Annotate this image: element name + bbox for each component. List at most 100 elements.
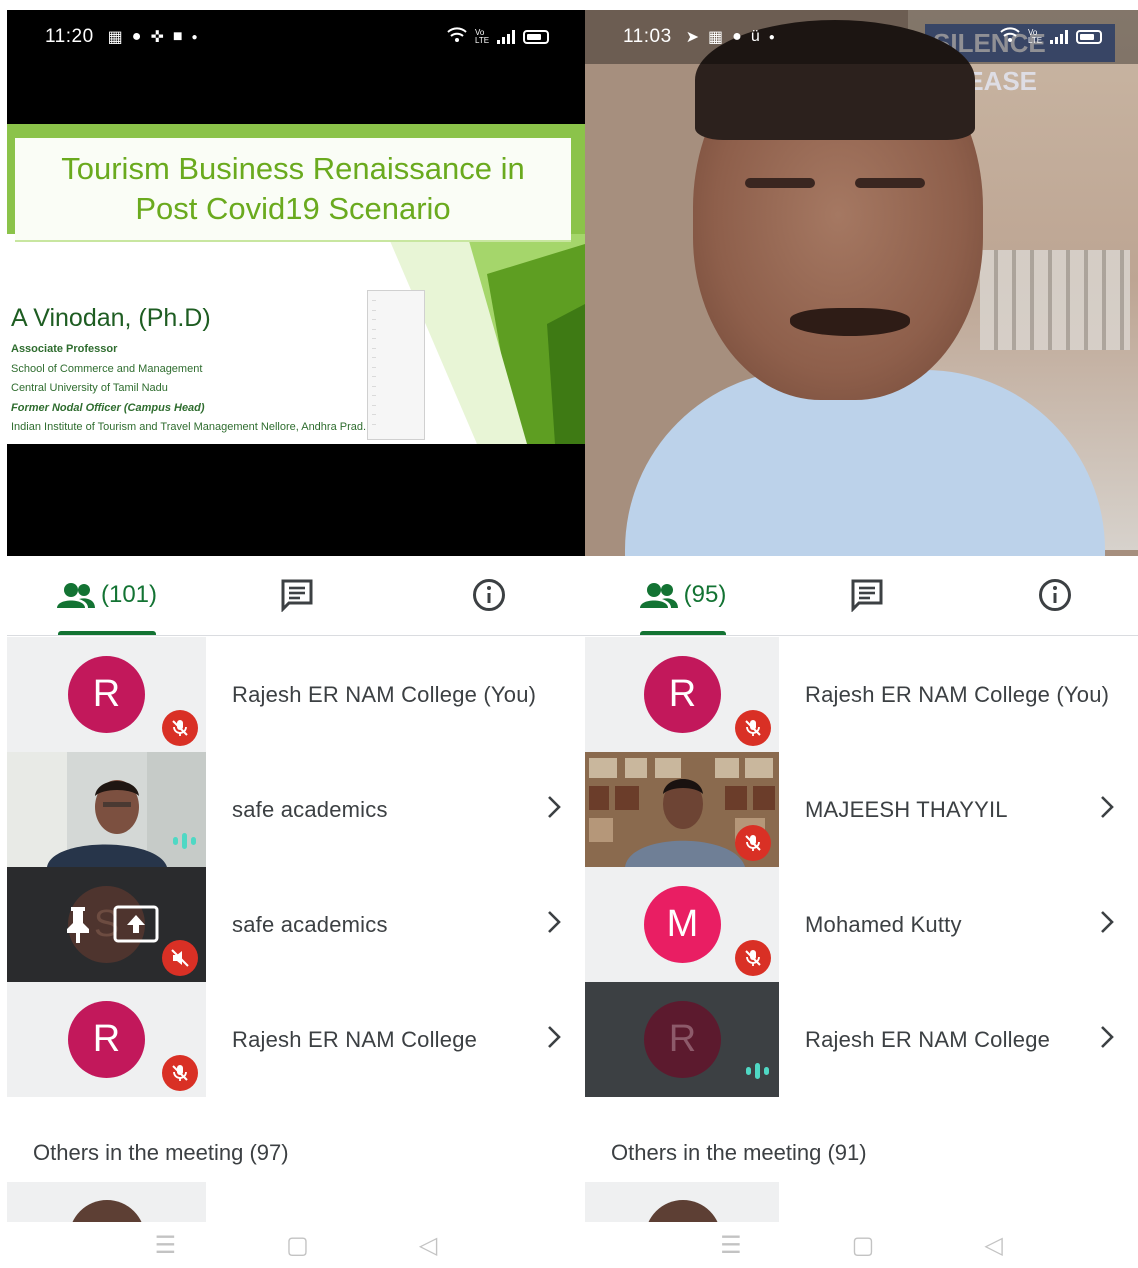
chevron-right-icon [548,1026,561,1048]
chevron-right-icon [548,911,561,933]
status-time: 11:03 [623,26,672,47]
left-meet-screen: 11:20 ▦ ● ✜ ■ ● Vo LTE Tourism Business … [7,10,585,1268]
participant-thumbnail: R [7,637,206,752]
telegram-icon: ➤ [685,29,700,46]
right-meet-screen: SILENCE PLEASE 11:03 ➤ ▦ ● ü ● Vo LTE (9… [585,10,1138,1268]
volte-icon: Vo LTE [1028,28,1043,45]
speaker-video-feed: SILENCE PLEASE [585,10,1138,556]
avatar: M [644,886,721,963]
slide-line: Associate Professor [11,343,118,355]
slide-title-line1: Tourism Business Renaissance in [61,151,525,186]
menu-icon[interactable]: ☰ [155,1231,177,1260]
dot-icon: ● [191,31,198,43]
others-in-meeting-header: Others in the meeting (97) [33,1140,289,1165]
avatar: R [68,1001,145,1078]
people-count: (101) [100,581,158,608]
slide-title-box: Tourism Business Renaissance in Post Cov… [15,138,571,242]
participant-row[interactable]: S safe academics [7,867,585,982]
speaking-indicator-icon [173,833,196,849]
signal-icon [497,30,515,44]
participant-name: MAJEESH THAYYIL [805,796,1008,822]
slide-context-menu: — — — — — — — — — — — — — — [367,290,425,440]
active-tab-indicator [58,631,156,635]
participant-row[interactable]: M Mohamed Kutty [585,867,1138,982]
home-icon[interactable]: ▢ [286,1231,309,1260]
speaker-video: SILENCE PLEASE 11:03 ➤ ▦ ● ü ● Vo LTE [585,10,1138,556]
participant-row[interactable]: R Rajesh ER NAM College [7,982,585,1097]
chevron-right-icon [1101,796,1114,818]
avatar: R [644,1001,721,1078]
chevron-right-icon [1101,1026,1114,1048]
slide-title-line2: Post Covid19 Scenario [135,191,451,226]
meeting-tabs: (95) [585,556,1138,636]
wifi-icon [1000,27,1020,47]
info-icon [1039,579,1071,611]
back-icon[interactable]: ◁ [984,1231,1002,1260]
tab-chat[interactable] [257,556,337,634]
participant-name: safe academics [232,911,388,937]
presentation-area: 11:20 ▦ ● ✜ ■ ● Vo LTE Tourism Business … [7,10,585,556]
participant-list: R Rajesh ER NAM College (You) [585,637,1138,1097]
participant-video [7,752,206,867]
slide-details: Associate Professor School of Commerce a… [11,340,372,438]
mic-off-icon [162,1055,198,1091]
participant-name: Rajesh ER NAM College (You) [805,681,1110,707]
calendar-icon: ▦ [107,29,123,46]
participant-thumbnail: R [585,637,779,752]
volte-icon: Vo LTE [475,28,490,45]
mic-off-icon [162,710,198,746]
active-tab-indicator [640,631,726,635]
back-icon[interactable]: ◁ [419,1231,437,1260]
home-icon[interactable]: ▢ [852,1231,875,1260]
participant-name: Rajesh ER NAM College [805,1026,1051,1052]
slide-line: Central University of Tamil Nadu [11,382,168,395]
slide-line: School of Commerce and Management [11,362,203,375]
participant-name: Mohamed Kutty [805,911,962,937]
meeting-tabs: (101) [7,556,585,636]
hike-icon: ■ [172,28,183,45]
calendar-icon: ▦ [708,29,724,46]
mic-off-icon [735,825,771,861]
info-icon [473,579,505,611]
avatar: R [68,656,145,733]
tab-people[interactable]: (95) [633,556,733,635]
status-bar: 11:20 ▦ ● ✜ ■ ● Vo LTE [7,10,585,64]
chat-icon [851,579,883,612]
participant-name: safe academics [232,796,388,822]
participant-row[interactable]: R Rajesh ER NAM College (You) [7,637,585,752]
participant-name: Rajesh ER NAM College (You) [232,681,537,707]
tab-info[interactable] [449,556,529,634]
wifi-icon [447,27,467,47]
chat-icon [281,579,313,612]
participant-thumbnail: R [585,982,779,1097]
battery-icon [523,30,549,44]
status-time: 11:20 [45,26,94,47]
avatar [69,1200,145,1222]
tab-people[interactable]: (101) [47,556,167,635]
participant-name: Rajesh ER NAM College [232,1026,478,1052]
slide-line: Former Nodal Officer (Campus Head) [11,401,205,414]
battery-icon [1076,30,1102,44]
pin-icon [67,907,89,943]
jio-icon: ● [732,28,742,45]
avatar: R [644,656,721,733]
people-count: (95) [683,581,727,608]
present-screen-icon [113,905,159,943]
mic-off-icon [162,940,198,976]
participant-row[interactable]: MAJEESH THAYYIL [585,752,1138,867]
speaking-indicator-icon [746,1063,769,1079]
participant-row[interactable]: R Rajesh ER NAM College (You) [585,637,1138,752]
participant-video [585,752,779,867]
smile-icon: ü [750,28,760,45]
participant-thumbnail: M [585,867,779,982]
participant-row[interactable]: safe academics [7,752,585,867]
tab-info[interactable] [1015,556,1095,634]
people-icon [56,583,95,608]
jio-icon: ● [131,28,142,45]
menu-icon[interactable]: ☰ [720,1231,742,1260]
slide-author: A Vinodan, (Ph.D) [11,304,211,332]
system-nav-bar: ☰ ▢ ◁ [7,1222,585,1268]
chevron-right-icon [548,796,561,818]
participant-row[interactable]: R Rajesh ER NAM College [585,982,1138,1097]
tab-chat[interactable] [827,556,907,634]
